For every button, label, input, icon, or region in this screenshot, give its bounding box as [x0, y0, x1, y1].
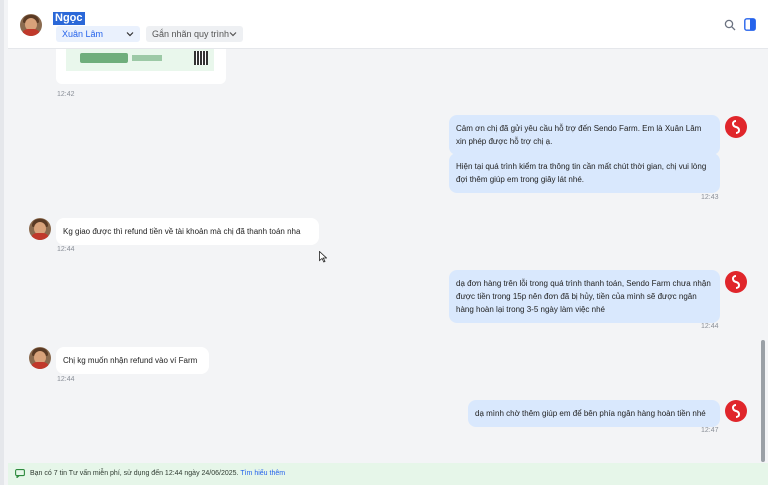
message-text: Kg giao được thì refund tiền về tài khoả…	[63, 227, 301, 236]
contact-name[interactable]: Ngọc	[53, 12, 85, 25]
search-icon[interactable]	[724, 19, 736, 31]
mouse-cursor-icon	[319, 251, 327, 263]
process-tag-label: Gắn nhãn quy trình	[152, 29, 230, 39]
outgoing-message: dạ đơn hàng trên lỗi trong quá trình tha…	[449, 270, 720, 323]
sendo-bot-icon	[725, 400, 747, 422]
contact-avatar	[29, 347, 51, 369]
chat-header: Ngọc Xuân Lâm Gắn nhãn quy trình	[8, 0, 768, 49]
assignee-value: Xuân Lâm	[62, 29, 104, 39]
message-text: Chị kg muốn nhận refund vào ví Farm	[63, 356, 198, 365]
message-icon	[15, 469, 25, 478]
message-time: 12:47	[701, 427, 719, 434]
message-time: 12:43	[701, 194, 719, 201]
message-time: 12:42	[57, 91, 75, 98]
message-text: Hiện tại quá trình kiểm tra thông tin cầ…	[456, 162, 707, 184]
chat-window: Ngọc Xuân Lâm Gắn nhãn quy trình 12:42 C…	[0, 0, 768, 485]
message-time: 12:44	[701, 323, 719, 330]
message-text: dạ mình chờ thêm giúp em để bên phía ngâ…	[475, 409, 706, 418]
side-panel-icon[interactable]	[744, 18, 756, 31]
message-time: 12:44	[57, 376, 75, 383]
message-text: Cảm ơn chị đã gửi yêu cầu hỗ trợ đến Sen…	[456, 124, 702, 146]
message-time: 12:44	[57, 246, 75, 253]
scrollbar[interactable]	[761, 340, 765, 462]
incoming-message: Chị kg muốn nhận refund vào ví Farm	[56, 347, 209, 374]
chevron-down-icon	[229, 32, 237, 37]
incoming-message: Kg giao được thì refund tiền về tài khoả…	[56, 218, 319, 245]
image-attachment[interactable]	[56, 49, 226, 84]
process-tag-select[interactable]: Gắn nhãn quy trình	[146, 26, 243, 42]
contact-avatar	[29, 218, 51, 240]
outgoing-message: dạ mình chờ thêm giúp em để bên phía ngâ…	[468, 400, 720, 427]
message-list[interactable]: 12:42 Cảm ơn chị đã gửi yêu cầu hỗ trợ đ…	[8, 49, 760, 463]
message-text: dạ đơn hàng trên lỗi trong quá trình tha…	[456, 279, 711, 314]
assignee-select[interactable]: Xuân Lâm	[56, 26, 140, 42]
sendo-bot-icon	[725, 271, 747, 293]
contact-avatar[interactable]	[20, 14, 42, 36]
learn-more-link[interactable]: Tìm hiểu thêm	[240, 470, 285, 477]
outgoing-message: Cảm ơn chị đã gửi yêu cầu hỗ trợ đến Sen…	[449, 115, 720, 155]
outgoing-message: Hiện tại quá trình kiểm tra thông tin cầ…	[449, 153, 720, 193]
notice-text: Bạn có 7 tin Tư vấn miễn phí, sử dụng đế…	[30, 470, 241, 477]
sendo-bot-icon	[725, 116, 747, 138]
free-consult-notice: Bạn có 7 tin Tư vấn miễn phí, sử dụng đế…	[8, 463, 768, 485]
chevron-down-icon	[126, 32, 134, 37]
